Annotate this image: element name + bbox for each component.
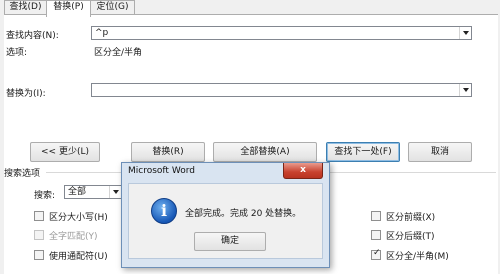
chevron-down-icon (462, 31, 469, 35)
cancel-button[interactable]: 取消 (408, 142, 472, 162)
close-icon: x (300, 165, 306, 175)
match-prefix-label: 区分前缀(X) (386, 213, 436, 223)
search-direction-dropdown-button[interactable] (109, 186, 121, 198)
match-width-label: 区分全/半角(M) (386, 252, 449, 262)
chevron-down-icon (112, 190, 119, 194)
match-suffix-checkbox[interactable] (371, 230, 381, 240)
search-direction-label: 搜索: (34, 191, 56, 201)
less-button[interactable]: << 更少(L) (30, 142, 100, 162)
find-dropdown-button[interactable] (459, 27, 471, 39)
message-text: 全部完成。完成 20 处替换。 (185, 209, 302, 219)
whole-word-checkbox[interactable] (34, 230, 44, 240)
options-label: 选项: (6, 48, 28, 58)
find-next-button[interactable]: 查找下一处(F) (326, 142, 400, 162)
wildcards-checkbox[interactable] (34, 250, 44, 260)
match-suffix-label: 区分后缀(T) (386, 232, 435, 242)
tab-goto[interactable]: 定位(G) (90, 0, 135, 15)
replace-dropdown-button[interactable] (459, 84, 471, 96)
replace-input[interactable] (91, 83, 472, 97)
wildcards-label: 使用通配符(U) (49, 252, 108, 262)
whole-word-label: 全字匹配(Y) (49, 232, 98, 242)
tab-replace[interactable]: 替换(P) (46, 0, 91, 17)
message-dialog-body: i 全部完成。完成 20 处替换。 确定 (128, 183, 323, 259)
tab-find[interactable]: 查找(D) (4, 0, 47, 15)
search-direction-value: 全部 (68, 187, 87, 197)
find-input[interactable]: ^p (91, 26, 472, 40)
find-label: 查找内容(N): (6, 31, 59, 41)
replace-button[interactable]: 替换(R) (131, 142, 205, 162)
message-dialog-title: Microsoft Word (128, 166, 195, 176)
match-prefix-checkbox[interactable] (371, 211, 381, 221)
match-width-checkbox[interactable] (371, 248, 381, 260)
search-direction-select[interactable]: 全部 (64, 185, 122, 199)
options-value: 区分全/半角 (94, 48, 143, 58)
search-options-heading: 搜索选项 (4, 169, 41, 179)
match-case-label: 区分大小写(H) (49, 213, 108, 223)
replace-label: 替换为(I): (6, 89, 46, 99)
chevron-down-icon (462, 88, 469, 92)
ok-button[interactable]: 确定 (194, 232, 266, 251)
match-case-checkbox[interactable] (34, 211, 44, 221)
replace-all-button[interactable]: 全部替换(A) (213, 142, 317, 162)
message-dialog: Microsoft Word x i 全部完成。完成 20 处替换。 确定 (121, 162, 330, 268)
info-icon: i (151, 198, 177, 224)
find-value: ^p (95, 28, 109, 38)
close-button[interactable]: x (283, 163, 323, 179)
